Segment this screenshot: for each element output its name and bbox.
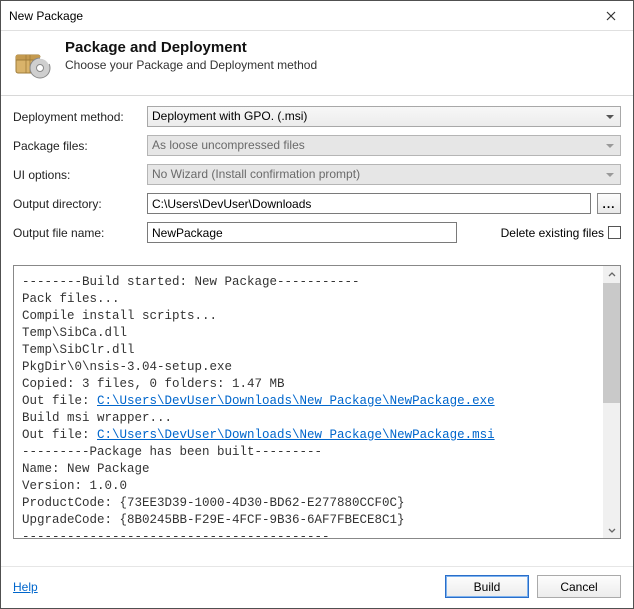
close-button[interactable]	[588, 1, 633, 31]
browse-button[interactable]: ...	[597, 193, 621, 214]
out-file-msi-link[interactable]: C:\Users\DevUser\Downloads\New Package\N…	[97, 428, 495, 442]
output-directory-input[interactable]	[147, 193, 591, 214]
close-icon	[606, 11, 616, 21]
deployment-method-select[interactable]: Deployment with GPO. (.msi)	[147, 106, 621, 127]
form-area: Deployment method: Deployment with GPO. …	[1, 96, 633, 259]
header-title: Package and Deployment	[65, 39, 317, 56]
footer: Help Build Cancel	[1, 566, 633, 608]
output-file-name-input[interactable]	[147, 222, 457, 243]
out-file-exe-link[interactable]: C:\Users\DevUser\Downloads\New Package\N…	[97, 394, 495, 408]
output-directory-label: Output directory:	[13, 197, 141, 211]
package-icon	[13, 41, 53, 81]
deployment-method-label: Deployment method:	[13, 110, 141, 124]
log-scrollbar[interactable]	[603, 266, 620, 538]
delete-existing-label: Delete existing files	[501, 226, 604, 240]
cancel-button[interactable]: Cancel	[537, 575, 621, 598]
delete-existing-checkbox[interactable]	[608, 226, 621, 239]
build-log-text[interactable]: --------Build started: New Package------…	[14, 266, 603, 538]
package-files-select: As loose uncompressed files	[147, 135, 621, 156]
build-log: --------Build started: New Package------…	[13, 265, 621, 539]
help-link[interactable]: Help	[13, 580, 38, 594]
header-subtitle: Choose your Package and Deployment metho…	[65, 58, 317, 72]
ui-options-label: UI options:	[13, 168, 141, 182]
package-files-label: Package files:	[13, 139, 141, 153]
ui-options-select: No Wizard (Install confirmation prompt)	[147, 164, 621, 185]
build-button[interactable]: Build	[445, 575, 529, 598]
titlebar: New Package	[1, 1, 633, 31]
output-file-name-label: Output file name:	[13, 226, 141, 240]
scroll-down-button[interactable]	[603, 521, 620, 538]
scroll-up-button[interactable]	[603, 266, 620, 283]
window-title: New Package	[9, 9, 588, 23]
header: Package and Deployment Choose your Packa…	[1, 31, 633, 96]
scroll-thumb[interactable]	[603, 283, 620, 403]
